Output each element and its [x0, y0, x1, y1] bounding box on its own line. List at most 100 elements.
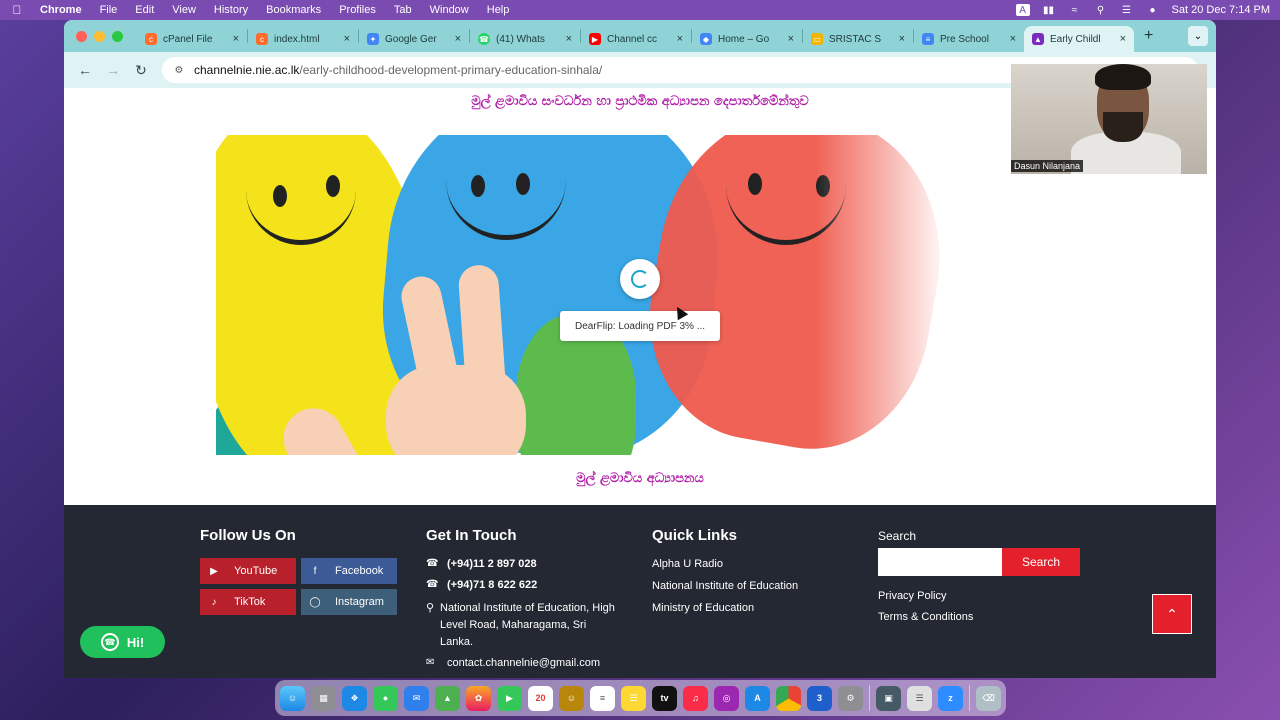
- launchpad-icon[interactable]: ▦: [311, 685, 336, 711]
- zoom-icon[interactable]: z: [938, 685, 963, 711]
- close-icon[interactable]: ×: [1120, 33, 1126, 45]
- location-pin-icon: ⚲: [426, 602, 435, 614]
- menubar-clock[interactable]: Sat 20 Dec 7:14 PM: [1172, 4, 1270, 16]
- finder-icon[interactable]: ☺: [280, 685, 305, 711]
- flipbook-cover-image[interactable]: [216, 135, 1016, 455]
- phone-2[interactable]: ☎ (+94)71 8 622 622: [426, 579, 620, 591]
- reminders-icon[interactable]: ≡: [590, 685, 615, 711]
- trash-icon[interactable]: ⌫: [976, 685, 1001, 711]
- input-source-icon[interactable]: A: [1015, 4, 1030, 16]
- menu-profiles[interactable]: Profiles: [339, 4, 376, 16]
- close-icon[interactable]: ×: [233, 33, 239, 45]
- safari-icon[interactable]: ❖: [342, 685, 367, 711]
- facetime-icon[interactable]: ▶: [497, 685, 522, 711]
- preview-icon[interactable]: ▣: [876, 685, 901, 711]
- music-icon[interactable]: ♫: [683, 685, 708, 711]
- follow-us-title: Follow Us On: [200, 527, 296, 544]
- battery-icon[interactable]: ▮▮: [1042, 4, 1056, 16]
- apple-icon[interactable]: : [10, 3, 24, 17]
- menu-app-name[interactable]: Chrome: [40, 4, 82, 16]
- follow-us-section: Follow Us On ▶ YouTube f Facebook ♪ TikT…: [200, 527, 397, 615]
- flipbook-caption[interactable]: මුල් ළමාවිය අධ්‍යාපනය: [64, 471, 1216, 486]
- notes-icon[interactable]: ☰: [621, 685, 646, 711]
- mac-menu-bar:  Chrome File Edit View History Bookmark…: [0, 0, 1280, 20]
- minimize-window-button[interactable]: [94, 30, 105, 42]
- maps-icon[interactable]: ▲: [435, 685, 460, 711]
- chrome-icon[interactable]: [776, 685, 801, 711]
- close-icon[interactable]: ×: [788, 33, 794, 45]
- tab-google-sites[interactable]: ◆ Home – Go ×: [692, 26, 802, 52]
- zoom-window-button[interactable]: [112, 30, 123, 42]
- tab-early-childhood[interactable]: ▲ Early Childl ×: [1024, 26, 1134, 52]
- close-icon[interactable]: ×: [344, 33, 350, 45]
- privacy-policy-link[interactable]: Privacy Policy: [878, 590, 1080, 602]
- quick-link-alpha-u-radio[interactable]: Alpha U Radio: [652, 558, 798, 570]
- app-store-icon[interactable]: A: [745, 685, 770, 711]
- close-icon[interactable]: ×: [677, 33, 683, 45]
- social-label: TikTok: [234, 596, 266, 608]
- tab-whatsapp[interactable]: ☎ (41) Whats ×: [470, 26, 580, 52]
- close-icon[interactable]: ×: [566, 33, 572, 45]
- menu-view[interactable]: View: [172, 4, 196, 16]
- facebook-link[interactable]: f Facebook: [301, 558, 397, 584]
- tab-sristac[interactable]: ▭ SRISTAC S ×: [803, 26, 913, 52]
- wifi-icon[interactable]: ≈: [1068, 4, 1082, 16]
- tab-search-icon[interactable]: ⌄: [1188, 26, 1208, 46]
- phone-1[interactable]: ☎ (+94)11 2 897 028: [426, 558, 620, 570]
- loading-spinner: [620, 259, 660, 299]
- email[interactable]: ✉ contact.channelnie@gmail.com: [426, 657, 620, 669]
- tiktok-link[interactable]: ♪ TikTok: [200, 589, 296, 615]
- close-icon[interactable]: ×: [899, 33, 905, 45]
- messages-icon[interactable]: ●: [373, 685, 398, 711]
- photos-icon[interactable]: ✿: [466, 685, 491, 711]
- whatsapp-chat-button[interactable]: ☎ Hi!: [80, 626, 165, 658]
- contacts-icon[interactable]: ☺: [559, 685, 584, 711]
- menu-window[interactable]: Window: [430, 4, 469, 16]
- menu-bookmarks[interactable]: Bookmarks: [266, 4, 321, 16]
- forward-arrow-icon[interactable]: →: [102, 59, 124, 81]
- phone-2-text: (+94)71 8 622 622: [447, 579, 538, 591]
- quick-link-nie[interactable]: National Institute of Education: [652, 580, 798, 592]
- tab-youtube[interactable]: ▶ Channel cc ×: [581, 26, 691, 52]
- apple-tv-icon[interactable]: tv: [652, 685, 677, 711]
- tab-cpanel[interactable]: c cPanel File ×: [137, 26, 247, 52]
- system-settings-icon[interactable]: ⚙: [838, 685, 863, 711]
- podcasts-icon[interactable]: ◎: [714, 685, 739, 711]
- mac-dock: ☺ ▦ ❖ ● ✉ ▲ ✿ ▶ 20 ☺ ≡ ☰ tv ♫ ◎ A 3 ⚙ ▣ …: [275, 680, 1006, 716]
- participant-name: Dasun Nilanjana: [1011, 160, 1084, 172]
- youtube-link[interactable]: ▶ YouTube: [200, 558, 296, 584]
- siri-icon[interactable]: ●: [1146, 4, 1160, 16]
- chevron-up-icon: ⌃: [1166, 605, 1178, 622]
- pdf-loading-status: DearFlip: Loading PDF 3% ...: [560, 311, 720, 341]
- three-app-icon[interactable]: 3: [807, 685, 832, 711]
- menu-history[interactable]: History: [214, 4, 248, 16]
- close-window-button[interactable]: [76, 30, 87, 42]
- back-arrow-icon[interactable]: ←: [74, 59, 96, 81]
- video-call-overlay[interactable]: Dasun Nilanjana: [1011, 64, 1207, 174]
- whatsapp-chat-label: Hi!: [126, 634, 145, 650]
- close-icon[interactable]: ×: [455, 33, 461, 45]
- calendar-icon[interactable]: 20: [528, 685, 553, 711]
- reload-icon[interactable]: ↻: [130, 59, 152, 81]
- terms-conditions-link[interactable]: Terms & Conditions: [878, 611, 1080, 623]
- quick-link-ministry[interactable]: Ministry of Education: [652, 602, 798, 614]
- instagram-link[interactable]: ◯ Instagram: [301, 589, 397, 615]
- menu-tab[interactable]: Tab: [394, 4, 412, 16]
- tab-index-html[interactable]: c index.html ×: [248, 26, 358, 52]
- scroll-to-top-button[interactable]: ⌃: [1152, 594, 1192, 634]
- new-tab-icon[interactable]: +: [1144, 27, 1153, 45]
- control-center-icon[interactable]: ☰: [1120, 4, 1134, 16]
- tab-google[interactable]: ✦ Google Ger ×: [359, 26, 469, 52]
- tab-pre-school[interactable]: ≡ Pre School ×: [914, 26, 1024, 52]
- footer-search-input[interactable]: [878, 548, 1002, 576]
- footer-search-button[interactable]: Search: [1002, 548, 1080, 576]
- menu-edit[interactable]: Edit: [135, 4, 154, 16]
- mail-icon[interactable]: ✉: [404, 685, 429, 711]
- slides-icon: ▭: [811, 33, 823, 45]
- site-settings-icon[interactable]: ⚙: [172, 63, 186, 77]
- menu-file[interactable]: File: [100, 4, 118, 16]
- textedit-icon[interactable]: ☰: [907, 685, 932, 711]
- spotlight-search-icon[interactable]: ⚲: [1094, 4, 1108, 16]
- menu-help[interactable]: Help: [487, 4, 510, 16]
- close-icon[interactable]: ×: [1010, 33, 1016, 45]
